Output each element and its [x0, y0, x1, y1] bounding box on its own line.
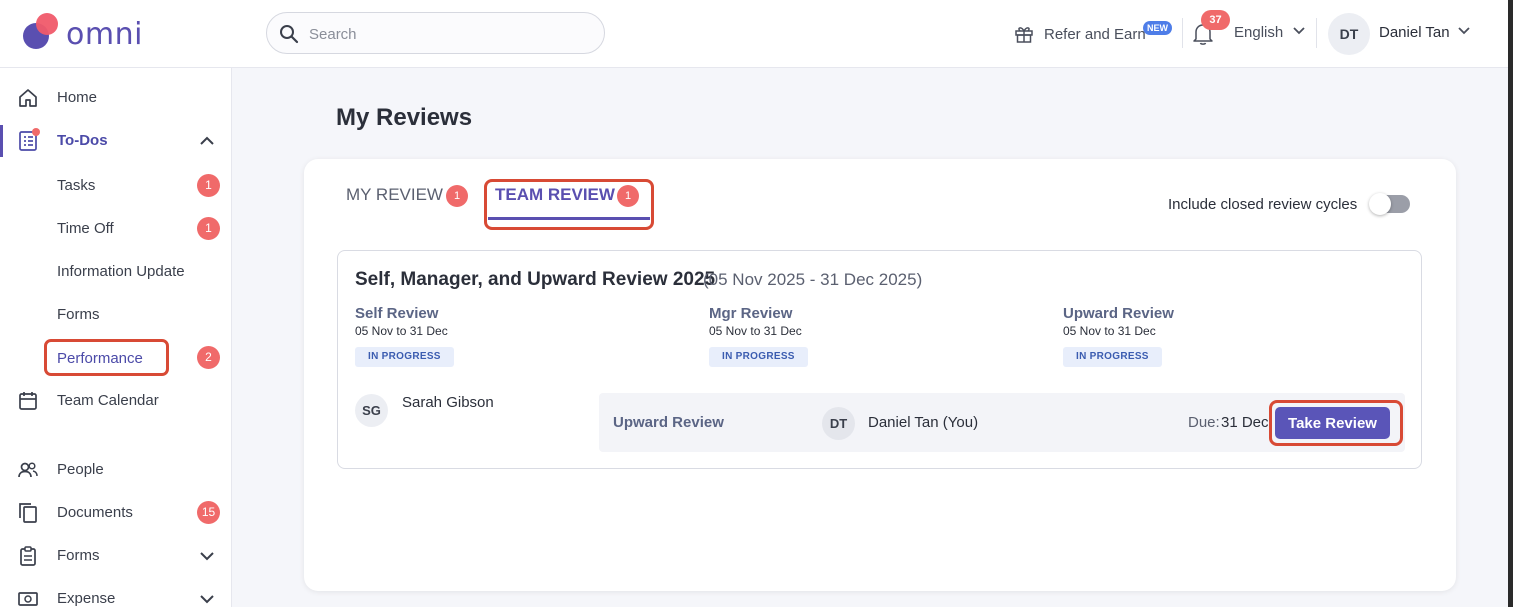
- sidebar-item-label: Expense: [57, 590, 116, 607]
- omni-logo[interactable]: omni: [22, 13, 152, 53]
- sidebar-item-label: To-Dos: [57, 132, 108, 149]
- review-cycle-range: (05 Nov 2025 - 31 Dec 2025): [703, 270, 923, 289]
- chevron-up-icon[interactable]: [200, 136, 214, 145]
- chevron-down-icon[interactable]: [200, 552, 214, 561]
- chevron-down-icon[interactable]: [200, 595, 214, 604]
- due-date: 31 Dec: [1221, 414, 1269, 431]
- user-avatar[interactable]: DT: [1328, 13, 1370, 55]
- search-input[interactable]: [309, 23, 589, 45]
- sidebar-item-label: Time Off: [57, 220, 114, 237]
- review-type-name: Upward Review: [1063, 305, 1174, 322]
- highlight-box: [484, 179, 654, 230]
- count-badge: 2: [197, 346, 220, 369]
- sidebar-item-label: Tasks: [57, 177, 96, 194]
- clipboard-icon: [20, 546, 36, 566]
- window-edge: [1508, 0, 1513, 607]
- review-type-name: Mgr Review: [709, 305, 793, 322]
- tab-my-review[interactable]: MY REVIEW: [346, 185, 443, 205]
- count-badge: 1: [446, 185, 468, 207]
- review-type-dates: 05 Nov to 31 Dec: [709, 324, 802, 338]
- search-icon: [280, 25, 299, 44]
- sidebar-item-label: Information Update: [57, 263, 185, 280]
- status-badge: IN PROGRESS: [1063, 347, 1162, 367]
- sidebar-item-information-update[interactable]: Information Update: [0, 255, 231, 287]
- avatar: SG: [355, 394, 388, 427]
- status-badge: IN PROGRESS: [355, 347, 454, 367]
- language-selector[interactable]: English: [1234, 24, 1283, 41]
- highlight-box: [1269, 400, 1403, 446]
- due-label: Due:: [1188, 414, 1220, 431]
- gift-icon: [1015, 27, 1033, 43]
- review-cycle-title: Self, Manager, and Upward Review 2025: [355, 269, 716, 290]
- calendar-icon: [19, 392, 37, 410]
- status-badge: IN PROGRESS: [709, 347, 808, 367]
- sidebar-item-forms[interactable]: Forms: [0, 298, 231, 330]
- sidebar-item-label: Documents: [57, 504, 133, 521]
- top-bar: omni Refer and Earn NEW 37 English DT Da…: [0, 0, 1508, 68]
- sidebar: Home To-Dos Tasks 1 Time Off 1 Informati…: [0, 68, 232, 607]
- sidebar-item-label: Team Calendar: [57, 392, 159, 409]
- reviewee-name: Sarah Gibson: [402, 394, 494, 411]
- sidebar-item-label: Forms: [57, 306, 100, 323]
- notification-count-badge: 37: [1201, 10, 1230, 30]
- refer-label: Refer and Earn: [1044, 25, 1146, 43]
- sidebar-item-forms-menu[interactable]: Forms: [0, 538, 231, 574]
- logo-wordmark: omni: [66, 17, 143, 52]
- review-type-dates: 05 Nov to 31 Dec: [1063, 324, 1156, 338]
- sidebar-item-expense[interactable]: Expense: [0, 581, 231, 607]
- reviewer-name: Daniel Tan (You): [868, 414, 979, 431]
- review-row-type: Upward Review: [613, 414, 724, 431]
- sidebar-item-documents[interactable]: Documents 15: [0, 495, 231, 531]
- home-icon: [19, 89, 37, 107]
- sidebar-item-people[interactable]: People: [0, 452, 231, 488]
- count-badge: 15: [197, 501, 220, 524]
- review-type-dates: 05 Nov to 31 Dec: [355, 324, 448, 338]
- chevron-down-icon[interactable]: [1293, 27, 1305, 35]
- page-title: My Reviews: [336, 104, 473, 131]
- user-name[interactable]: Daniel Tan: [1379, 24, 1450, 41]
- count-badge: 1: [197, 174, 220, 197]
- divider: [1316, 18, 1317, 48]
- highlight-box: [44, 339, 169, 376]
- sidebar-item-label: People: [57, 461, 104, 478]
- sidebar-item-team-calendar[interactable]: Team Calendar: [0, 383, 231, 419]
- sidebar-item-home[interactable]: Home: [0, 80, 231, 116]
- refer-and-earn-link[interactable]: Refer and Earn: [1014, 22, 1146, 46]
- avatar: DT: [822, 407, 855, 440]
- notification-dot: [32, 128, 40, 136]
- people-icon: [18, 462, 38, 478]
- sidebar-item-label: Forms: [57, 547, 100, 564]
- sidebar-item-tasks[interactable]: Tasks 1: [0, 169, 231, 201]
- sidebar-item-label: Home: [57, 89, 98, 106]
- count-badge: 1: [197, 217, 220, 240]
- closed-cycles-toggle[interactable]: [1369, 193, 1410, 215]
- closed-cycles-label: Include closed review cycles: [1168, 196, 1358, 213]
- search-box[interactable]: [266, 12, 605, 54]
- divider: [1182, 18, 1183, 48]
- money-icon: [18, 592, 38, 606]
- new-badge: NEW: [1143, 21, 1172, 35]
- review-type-name: Self Review: [355, 305, 439, 322]
- chevron-down-icon[interactable]: [1458, 27, 1470, 35]
- documents-icon: [19, 503, 37, 523]
- sidebar-item-time-off[interactable]: Time Off 1: [0, 212, 231, 244]
